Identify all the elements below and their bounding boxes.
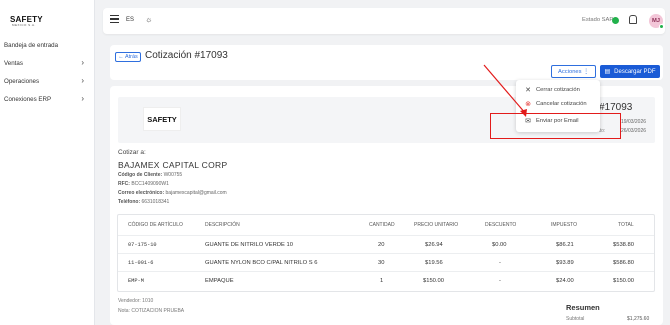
- bill-to-label: Cotizar a:: [118, 149, 146, 156]
- column-header: TOTAL: [618, 222, 634, 228]
- document-icon: ▤: [604, 69, 611, 75]
- sidebar-item-conexiones-erp[interactable]: Conexiones ERP ›: [0, 92, 95, 106]
- subtotal-value: $1,275.60: [627, 316, 650, 322]
- acciones-button[interactable]: Acciones ⋮: [551, 65, 596, 78]
- menu-icon[interactable]: [110, 15, 119, 24]
- back-button[interactable]: ← Atrás: [115, 52, 141, 62]
- page-header: ← Atrás Cotización #17093 Acciones ⋮ ▤ D…: [110, 45, 663, 80]
- table-row: EMP-M EMPAQUE 1 $150.00 - $24.00 $150.00: [118, 271, 654, 289]
- column-header: PRECIO UNITARIO: [414, 222, 459, 228]
- issue-date: 19/03/2026: [621, 119, 647, 125]
- menu-item-cerrar[interactable]: ✕ Cerrar cotización: [524, 86, 580, 94]
- column-header: IMPUESTO: [551, 222, 578, 228]
- client-code-field: Código de Cliente: W00755: [118, 172, 183, 178]
- sidebar-item-ventas[interactable]: Ventas ›: [0, 56, 95, 70]
- sun-icon[interactable]: ☼: [145, 15, 152, 24]
- menu-item-cancelar[interactable]: ⊗ Cancelar cotización: [524, 100, 587, 108]
- column-header: DESCRIPCIÓN: [205, 222, 240, 228]
- client-rfc-field: RFC: BCC1409090W1: [118, 181, 169, 187]
- sap-status-label: Estado SAP: [582, 17, 614, 23]
- client-phone-field: Teléfono: 6631018341: [118, 199, 170, 205]
- sidebar: SAFETY MEXICO S.A. Bandeja de entrada Ve…: [0, 0, 95, 325]
- column-header: CANTIDAD: [369, 222, 395, 228]
- sap-status-indicator: [612, 17, 619, 24]
- sidebar-item-operaciones[interactable]: Operaciones ›: [0, 74, 95, 88]
- table-row: 07-175-10 GUANTE DE NITRILO VERDE 10 20 …: [118, 235, 654, 253]
- online-status-dot: [659, 24, 664, 29]
- company-logo: SAFETY: [143, 107, 181, 131]
- subtotal-label: Subtotal: [566, 316, 585, 322]
- quote-folio: #17093: [599, 102, 633, 113]
- chevron-right-icon: ›: [81, 94, 84, 103]
- highlight-box: [490, 113, 621, 139]
- due-date: 26/03/2026: [621, 128, 647, 134]
- client-email-field: Correo electrónico: bajamexcapital@gmail…: [118, 190, 227, 196]
- sidebar-item-bandeja[interactable]: Bandeja de entrada: [0, 38, 95, 52]
- topbar: ES ☼ Estado SAP MJ: [103, 8, 665, 34]
- chevron-right-icon: ›: [81, 76, 84, 85]
- sidebar-item-label: Ventas: [4, 59, 23, 67]
- table-row: 11-001-6 GUANTE NYLON BCO C/PAL NITRILO …: [118, 253, 654, 271]
- quote-note: Nota: COTIZACION PRUEBA: [118, 308, 185, 314]
- client-name: BAJAMEX CAPITAL CORP: [118, 160, 228, 170]
- items-table: CÓDIGO DE ARTÍCULO DESCRIPCIÓN CANTIDAD …: [117, 214, 655, 292]
- close-icon: ✕: [525, 87, 531, 94]
- sidebar-item-label: Conexiones ERP: [4, 95, 52, 103]
- sidebar-item-label: Operaciones: [4, 77, 40, 85]
- bell-icon[interactable]: [629, 15, 637, 24]
- summary-title: Resumen: [566, 303, 600, 312]
- download-pdf-button[interactable]: ▤ Descargar PDF: [600, 65, 660, 78]
- column-header: DESCUENTO: [485, 222, 517, 228]
- sidebar-item-label: Bandeja de entrada: [4, 41, 59, 49]
- download-pdf-label: Descargar PDF: [614, 68, 656, 75]
- column-header: CÓDIGO DE ARTÍCULO: [128, 222, 183, 228]
- chevron-right-icon: ›: [81, 58, 84, 67]
- brand-logo[interactable]: SAFETY MEXICO S.A.: [10, 15, 43, 27]
- seller-note: Vendedor: 1010: [118, 298, 154, 304]
- cancel-icon: ⊗: [525, 101, 531, 108]
- language-selector[interactable]: ES: [126, 17, 134, 23]
- page-title: Cotización #17093: [145, 50, 228, 61]
